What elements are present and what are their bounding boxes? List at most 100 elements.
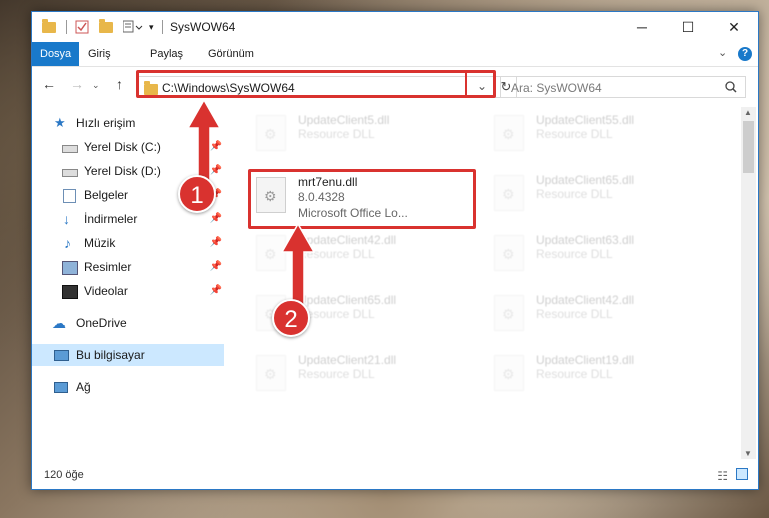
chevron-down-icon[interactable]: ⌄ (718, 46, 727, 59)
tab-view[interactable]: Görünüm (208, 42, 254, 66)
cloud-icon: ☁ (52, 315, 66, 331)
file-name: UpdateClient63.dll (536, 233, 635, 247)
file-item[interactable]: ⚙ UpdateClient19.dll Resource DLL (486, 347, 716, 399)
file-type: Resource DLL (298, 367, 375, 381)
dll-file-icon: ⚙ (494, 355, 524, 391)
help-icon[interactable]: ? (738, 47, 752, 61)
drive-icon (62, 145, 78, 153)
sidebar-item-label: Bu bilgisayar (76, 348, 145, 362)
sidebar-item-label: İndirmeler (84, 212, 138, 226)
dll-file-icon: ⚙ (256, 355, 286, 391)
file-item[interactable]: ⚙ UpdateClient5.dll Resource DLL (248, 107, 478, 159)
sidebar-item-label: OneDrive (76, 316, 127, 330)
file-item[interactable]: ⚙ UpdateClient63.dll Resource DLL (486, 227, 716, 279)
sidebar-item-music[interactable]: ♪ Müzik 📌 (32, 232, 224, 254)
dll-file-icon: ⚙ (494, 115, 524, 151)
dropdown-highlight-box (465, 70, 495, 98)
divider (161, 20, 163, 34)
scroll-down-icon[interactable]: ▼ (744, 449, 752, 458)
maximize-button[interactable]: ☐ (665, 12, 711, 42)
sidebar-item-pictures[interactable]: Resimler 📌 (32, 256, 224, 278)
sidebar-item-label: Hızlı erişim (76, 116, 136, 130)
recent-locations-icon[interactable]: ⌄ (92, 80, 100, 91)
gear-icon: ⚙ (502, 126, 515, 142)
pictures-icon (62, 261, 78, 275)
forward-arrow-icon[interactable]: → (70, 76, 84, 92)
customize-qat-icon[interactable] (123, 20, 145, 34)
file-name: UpdateClient19.dll (536, 353, 635, 367)
computer-icon (54, 350, 69, 361)
gear-icon: ⚙ (502, 306, 515, 322)
gear-icon: ⚙ (264, 246, 277, 262)
gear-icon: ⚙ (502, 186, 515, 202)
drive-icon (62, 169, 78, 177)
documents-icon (63, 189, 76, 203)
pin-icon[interactable]: 📌 (210, 256, 222, 278)
new-folder-icon[interactable] (99, 18, 113, 33)
file-name: UpdateClient55.dll (536, 113, 635, 127)
details-view-icon[interactable]: ☷ (717, 469, 728, 483)
dll-file-icon: ⚙ (256, 115, 286, 151)
file-name: UpdateClient65.dll (536, 173, 635, 187)
pin-icon[interactable]: 📌 (210, 232, 222, 254)
sidebar-item-this-pc[interactable]: Bu bilgisayar (32, 344, 224, 366)
close-button[interactable]: ✕ (711, 12, 757, 42)
back-arrow-icon[interactable]: ← (42, 76, 56, 92)
video-icon (62, 285, 78, 299)
file-type: Resource DLL (536, 127, 613, 141)
address-highlight-box (136, 70, 496, 98)
file-type: Resource DLL (536, 247, 613, 261)
explorer-window: ▾ SysWOW64 ─ ☐ ✕ Dosya Giriş Paylaş Görü… (31, 11, 759, 490)
up-arrow-icon[interactable]: ↑ (116, 76, 123, 92)
gear-icon: ⚙ (264, 126, 277, 142)
vertical-scrollbar[interactable]: ▲ ▼ (741, 107, 756, 459)
pin-icon[interactable]: 📌 (210, 208, 222, 230)
large-icons-view-icon[interactable] (736, 468, 748, 480)
sidebar-item-videos[interactable]: Videolar 📌 (32, 280, 224, 302)
gear-icon: ⚙ (502, 246, 515, 262)
sidebar-item-label: Yerel Disk (D:) (84, 164, 161, 178)
dll-file-icon: ⚙ (494, 295, 524, 331)
sidebar-item-label: Resimler (84, 260, 132, 274)
properties-icon[interactable] (75, 20, 89, 34)
file-item[interactable]: ⚙ UpdateClient42.dll Resource DLL (486, 287, 716, 339)
status-bar: 120 öğe ☷ (32, 463, 758, 489)
divider (66, 20, 67, 34)
file-item[interactable]: ⚙ UpdateClient65.dll Resource DLL (486, 167, 716, 219)
music-icon: ♪ (64, 235, 71, 251)
file-item[interactable]: ⚙ UpdateClient21.dll Resource DLL (248, 347, 478, 399)
pin-icon[interactable]: 📌 (210, 280, 222, 302)
step-marker-1: 1 (178, 175, 216, 213)
file-type: Resource DLL (536, 307, 613, 321)
gear-icon: ⚙ (502, 366, 515, 382)
scrollbar-thumb[interactable] (743, 121, 754, 173)
star-icon: ★ (54, 115, 66, 130)
dll-file-icon: ⚙ (494, 175, 524, 211)
file-highlight-box (248, 169, 476, 229)
file-name: UpdateClient5.dll (298, 113, 390, 127)
window-title: SysWOW64 (170, 20, 236, 34)
tab-home[interactable]: Giriş (88, 42, 111, 66)
file-item[interactable]: ⚙ UpdateClient55.dll Resource DLL (486, 107, 716, 159)
minimize-button[interactable]: ─ (619, 12, 665, 42)
search-input[interactable]: Ara: SysWOW64 (500, 76, 746, 98)
ribbon-tabs: Dosya Giriş Paylaş Görünüm ⌄ ? (32, 42, 758, 67)
file-type: Resource DLL (298, 127, 375, 141)
title-bar: ▾ SysWOW64 ─ ☐ ✕ (32, 12, 758, 42)
sidebar-item-label: Ağ (76, 380, 91, 394)
search-placeholder: Ara: SysWOW64 (511, 81, 602, 95)
scroll-up-icon[interactable]: ▲ (744, 108, 752, 117)
folder-icon (42, 18, 56, 33)
qat-dropdown-icon[interactable]: ▾ (149, 22, 154, 33)
tab-share[interactable]: Paylaş (150, 42, 183, 66)
sidebar-item-label: Belgeler (84, 188, 129, 202)
sidebar-item-onedrive[interactable]: ☁ OneDrive (32, 312, 224, 334)
search-icon (725, 81, 737, 93)
annotation-arrow-2 (280, 222, 316, 309)
sidebar-item-network[interactable]: Ağ (32, 376, 224, 398)
tab-file[interactable]: Dosya (32, 42, 80, 66)
item-count: 120 öğe (44, 469, 84, 481)
sidebar-item-label: Yerel Disk (C:) (84, 140, 161, 154)
file-type: Resource DLL (536, 367, 613, 381)
quick-access-toolbar: ▾ (42, 18, 163, 36)
